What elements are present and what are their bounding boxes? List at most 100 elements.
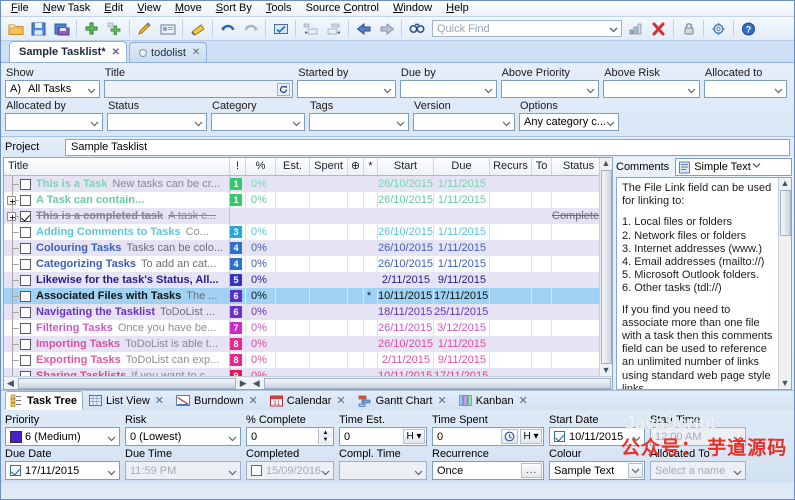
new-subtask-icon[interactable] xyxy=(104,19,125,39)
help-icon[interactable]: ? xyxy=(738,19,759,39)
attribute-field-percent-complete[interactable]: 0 ▲ ▼ xyxy=(246,427,334,446)
comments-content[interactable]: The File Link field can be used for link… xyxy=(617,178,778,389)
project-name-input[interactable]: Sample Tasklist xyxy=(65,138,790,156)
table-row[interactable]: Categorizing Tasks To add an cat... xyxy=(4,256,229,272)
menu-item-tools[interactable]: Tools xyxy=(259,1,299,16)
cell-status[interactable] xyxy=(552,320,599,336)
cell-due[interactable]: 9/11/2015 xyxy=(434,272,490,288)
attribute-field-due-time[interactable]: 11:59 PM xyxy=(125,461,241,480)
table-row[interactable]: Adding Comments to Tasks Co... xyxy=(4,224,229,240)
cell-flag[interactable] xyxy=(364,336,378,352)
attribute-field-priority[interactable]: 6 (Medium) xyxy=(5,427,120,446)
table-row-attributes[interactable]: 9 0% 10/11/201517/11/2015 xyxy=(230,368,599,376)
cell-estimate[interactable] xyxy=(276,304,310,320)
column-header-estimate[interactable]: Est. xyxy=(276,158,310,175)
cell-start[interactable]: 26/10/2015 xyxy=(378,192,434,208)
chevron-down-icon[interactable] xyxy=(687,85,696,97)
chevron-down-icon[interactable] xyxy=(321,467,330,479)
task-done-checkbox[interactable] xyxy=(20,322,31,334)
table-row-attributes[interactable]: 7 0% 26/11/2015 3/12/2015 xyxy=(230,320,599,336)
lock-icon[interactable] xyxy=(678,19,699,39)
table-row[interactable]: Sharing Tasklists If you want to c... xyxy=(4,368,229,376)
tree-connector-icon[interactable] xyxy=(6,288,20,304)
chevron-down-icon[interactable] xyxy=(414,467,423,479)
chevron-down-icon[interactable] xyxy=(228,433,237,445)
tree-connector-icon[interactable] xyxy=(6,368,20,376)
table-row-attributes[interactable]: 5 0% 2/11/2015 9/11/2015 xyxy=(230,272,599,288)
cell-flag[interactable]: * xyxy=(364,288,378,304)
attribute-field-completion-time[interactable] xyxy=(339,461,427,480)
cell-recurs[interactable] xyxy=(490,272,532,288)
close-icon[interactable]: ✕ xyxy=(249,394,258,407)
cell-flag[interactable] xyxy=(364,176,378,192)
cell-status[interactable] xyxy=(552,192,599,208)
tree-connector-icon[interactable] xyxy=(6,224,20,240)
chevron-down-icon[interactable] xyxy=(107,467,116,479)
cell-spent[interactable] xyxy=(310,208,348,224)
cell-estimate[interactable] xyxy=(276,256,310,272)
cell-timer[interactable] xyxy=(348,304,364,320)
task-done-checkbox[interactable] xyxy=(20,194,31,206)
task-done-checkbox[interactable] xyxy=(20,210,31,222)
cell-estimate[interactable] xyxy=(276,224,310,240)
cell-estimate[interactable] xyxy=(276,352,310,368)
cell-spent[interactable] xyxy=(310,192,348,208)
column-header-timer[interactable]: ⊕ xyxy=(348,158,364,175)
tree-connector-icon[interactable] xyxy=(6,320,20,336)
cell-spent[interactable] xyxy=(310,224,348,240)
task-done-checkbox[interactable] xyxy=(20,290,31,302)
cell-percent[interactable]: 0% xyxy=(246,352,276,368)
title-scroll-left-arrow[interactable]: ◀ xyxy=(4,378,17,389)
cell-start[interactable]: 10/11/2015 xyxy=(378,368,434,376)
task-title-cell[interactable]: This is a Task New tasks can be cr... xyxy=(4,176,229,192)
cell-start[interactable]: 10/11/2015 xyxy=(378,288,434,304)
cell-to[interactable] xyxy=(532,208,552,224)
menu-item-sort-by[interactable]: Sort By xyxy=(209,1,259,16)
cell-status[interactable] xyxy=(552,176,599,192)
chevron-down-icon[interactable] xyxy=(383,85,392,97)
cell-to[interactable] xyxy=(532,288,552,304)
chevron-down-icon[interactable] xyxy=(733,467,742,479)
cell-percent[interactable]: 0% xyxy=(246,224,276,240)
menu-item-window[interactable]: Window xyxy=(386,1,439,16)
cell-recurs[interactable] xyxy=(490,336,532,352)
chevron-down-icon[interactable] xyxy=(228,467,237,479)
column-header-percent[interactable]: % xyxy=(246,158,276,175)
file-tab-todolist[interactable]: todolist ✕ xyxy=(129,42,208,62)
cell-due[interactable]: 9/11/2015 xyxy=(434,352,490,368)
task-title-cell[interactable]: Colouring Tasks Tasks can be colo... xyxy=(4,240,229,256)
table-row-attributes[interactable]: 8 0% 2/11/2015 9/11/2015 xyxy=(230,352,599,368)
column-header-title[interactable]: Title xyxy=(4,158,230,175)
table-row-attributes[interactable]: 6 0% 18/11/2015 25/11/2015 xyxy=(230,304,599,320)
menu-item-file[interactable]: File xyxy=(4,1,36,16)
chevron-down-icon[interactable] xyxy=(502,118,511,130)
scroll-down-arrow[interactable]: ▼ xyxy=(602,365,611,376)
attribute-field-time-spent[interactable]: 0 H ▾ xyxy=(432,427,544,446)
tree-connector-icon[interactable] xyxy=(6,176,20,192)
menu-item-edit[interactable]: Edit xyxy=(97,1,130,16)
filter-combo-above-risk[interactable] xyxy=(603,80,700,98)
cell-estimate[interactable] xyxy=(276,336,310,352)
cell-start[interactable]: 26/10/2015 xyxy=(378,336,434,352)
chevron-down-icon[interactable] xyxy=(292,118,301,130)
attribute-field-start-time[interactable]: 12:00 AM xyxy=(650,427,746,446)
comments-format-combo[interactable]: Simple Text xyxy=(675,158,792,176)
filter-combo-allocated-by[interactable] xyxy=(5,113,103,131)
redo-icon[interactable] xyxy=(240,19,261,39)
menu-item-new-task[interactable]: New Task xyxy=(36,1,98,16)
cell-to[interactable] xyxy=(532,256,552,272)
cell-status[interactable] xyxy=(552,288,599,304)
cell-flag[interactable] xyxy=(364,208,378,224)
cell-status[interactable] xyxy=(552,272,599,288)
cell-estimate[interactable] xyxy=(276,368,310,376)
table-row[interactable]: Colouring Tasks Tasks can be colo... xyxy=(4,240,229,256)
indent-task-icon[interactable] xyxy=(300,19,321,39)
cell-priority[interactable]: 9 xyxy=(230,368,246,376)
cell-recurs[interactable] xyxy=(490,304,532,320)
cell-percent[interactable]: 0% xyxy=(246,256,276,272)
edit-task-icon[interactable] xyxy=(134,19,155,39)
filter-combo-allocated-to[interactable] xyxy=(703,80,788,98)
cell-to[interactable] xyxy=(532,224,552,240)
title-scroll-right-arrow[interactable]: ▶ xyxy=(237,378,250,389)
delete-task-icon[interactable] xyxy=(648,19,669,39)
